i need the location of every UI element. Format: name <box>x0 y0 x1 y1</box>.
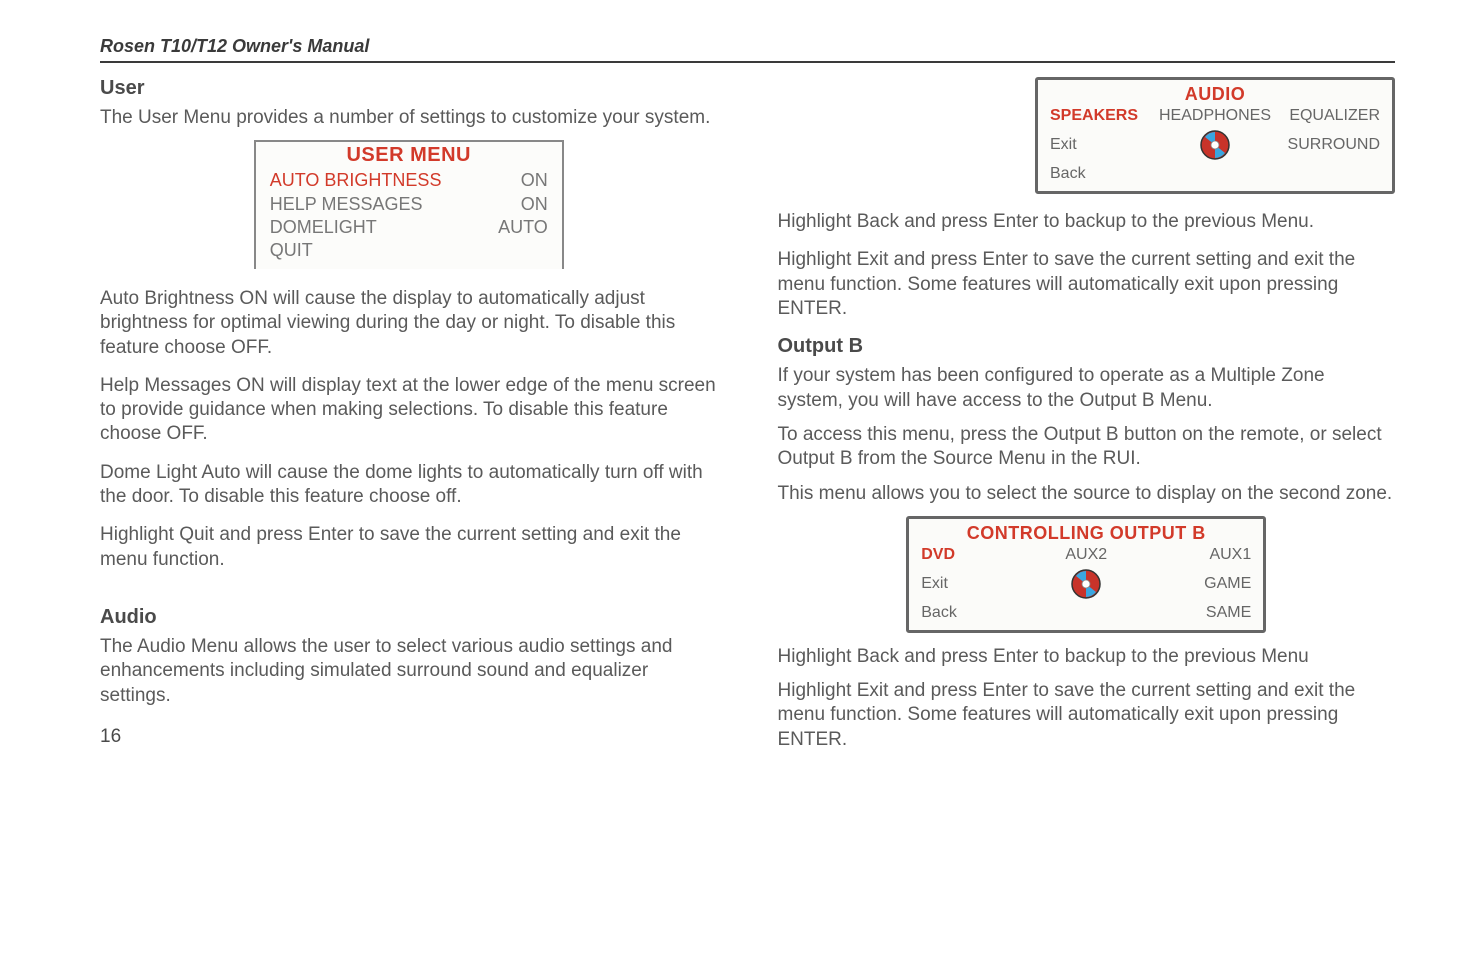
user-intro: The User Menu provides a number of setti… <box>100 106 718 130</box>
spacer <box>100 586 718 606</box>
user-menu-row-value: ON <box>521 169 548 192</box>
outputb-back: Back <box>921 604 1055 622</box>
outputb-same: SAME <box>1117 604 1251 622</box>
outputb-aux1: AUX1 <box>1117 546 1251 564</box>
user-menu-row-label: HELP MESSAGES <box>270 193 423 216</box>
user-menu-row-label: AUTO BRIGHTNESS <box>270 169 442 192</box>
audio-panel: AUDIO SPEAKERS HEADPHONES EQUALIZER Exit… <box>1035 77 1395 194</box>
page-number: 16 <box>100 726 718 748</box>
user-menu-row-value: AUTO <box>498 216 548 239</box>
audio-panel-title: AUDIO <box>1050 84 1380 105</box>
quit-text: Highlight Quit and press Enter to save t… <box>100 523 718 572</box>
outputb-panel-title: CONTROLLING OUTPUT B <box>921 523 1251 544</box>
left-column: User The User Menu provides a number of … <box>100 77 718 766</box>
outputb-back-text: Highlight Back and press Enter to backup… <box>778 645 1396 669</box>
outputb-panel-grid: DVD AUX2 AUX1 Exit GAME Back SAME <box>921 546 1251 622</box>
audio-equalizer: EQUALIZER <box>1281 107 1380 125</box>
outputb-exit: Exit <box>921 575 1055 593</box>
disc-icon <box>1159 129 1271 161</box>
audio-speakers: SPEAKERS <box>1050 107 1149 125</box>
manual-page: Rosen T10/T12 Owner's Manual User The Us… <box>0 0 1475 796</box>
outputb-panel: CONTROLLING OUTPUT B DVD AUX2 AUX1 Exit … <box>906 516 1266 633</box>
audio-heading: Audio <box>100 606 718 629</box>
dome-light-text: Dome Light Auto will cause the dome ligh… <box>100 461 718 510</box>
user-menu-row: HELP MESSAGES ON <box>270 193 548 216</box>
outputb-p2: To access this menu, press the Output B … <box>778 423 1396 472</box>
user-menu-row-label: DOMELIGHT <box>270 216 377 239</box>
right-column: AUDIO SPEAKERS HEADPHONES EQUALIZER Exit… <box>778 77 1396 766</box>
audio-headphones: HEADPHONES <box>1159 107 1271 125</box>
running-head: Rosen T10/T12 Owner's Manual <box>100 36 1395 63</box>
outputb-exit-text: Highlight Exit and press Enter to save t… <box>778 679 1396 752</box>
audio-back: Back <box>1050 165 1149 183</box>
outputb-p3: This menu allows you to select the sourc… <box>778 482 1396 506</box>
user-menu-row-value: ON <box>521 193 548 216</box>
user-menu-row: AUTO BRIGHTNESS ON <box>270 169 548 192</box>
audio-exit: Exit <box>1050 136 1149 154</box>
audio-back-text: Highlight Back and press Enter to backup… <box>778 210 1396 234</box>
user-menu-row-label: QUIT <box>270 239 313 262</box>
user-menu-figure: USER MENU AUTO BRIGHTNESS ON HELP MESSAG… <box>254 140 564 269</box>
help-messages-text: Help Messages ON will display text at th… <box>100 374 718 447</box>
audio-intro: The Audio Menu allows the user to select… <box>100 635 718 708</box>
user-menu-title: USER MENU <box>270 144 548 167</box>
audio-panel-grid: SPEAKERS HEADPHONES EQUALIZER Exit SURRO… <box>1050 107 1380 183</box>
outputb-game: GAME <box>1117 575 1251 593</box>
audio-surround: SURROUND <box>1281 136 1380 154</box>
audio-exit-text: Highlight Exit and press Enter to save t… <box>778 248 1396 321</box>
disc-icon <box>1065 568 1107 600</box>
user-menu-row: DOMELIGHT AUTO <box>270 216 548 239</box>
two-column-layout: User The User Menu provides a number of … <box>100 77 1395 766</box>
outputb-aux2: AUX2 <box>1065 546 1107 564</box>
user-menu-row: QUIT <box>270 239 548 262</box>
outputb-heading: Output B <box>778 335 1396 358</box>
user-heading: User <box>100 77 718 100</box>
auto-brightness-text: Auto Brightness ON will cause the displa… <box>100 287 718 360</box>
outputb-p1: If your system has been configured to op… <box>778 364 1396 413</box>
outputb-dvd: DVD <box>921 546 1055 564</box>
